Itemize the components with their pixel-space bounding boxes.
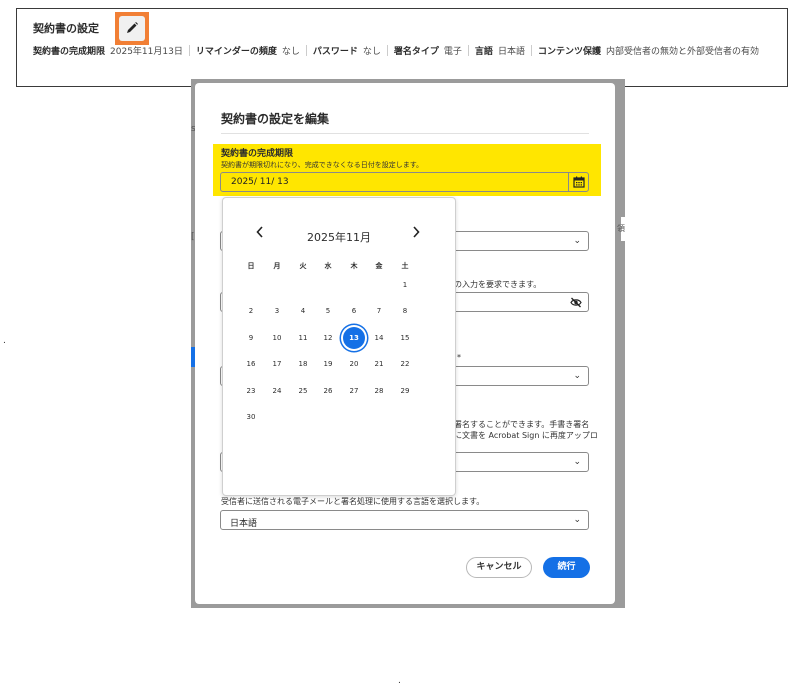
calendar-day[interactable]: 15 <box>394 327 416 349</box>
calendar-day[interactable]: 9 <box>240 327 262 349</box>
signature-hint-line1: 署名することができます。手書き署名 <box>454 420 590 429</box>
continue-button[interactable]: 続行 <box>543 557 590 578</box>
calendar-day[interactable]: 8 <box>394 300 416 322</box>
deadline-val: 2025年11月13日 <box>110 47 183 57</box>
background-fragment: 領 <box>617 224 625 233</box>
chevron-down-icon: ⌄ <box>573 515 581 525</box>
chevron-down-icon: ⌄ <box>573 371 581 381</box>
calendar-weekday: 木 <box>350 262 358 270</box>
separator <box>530 45 532 56</box>
summary-row: 契約書の完成期限 2025年11月13日 リマインダーの頻度 なし パスワード … <box>33 44 759 57</box>
calendar-day-selected[interactable]: 13 <box>343 326 365 349</box>
required-mark: * <box>457 353 461 362</box>
calendar-weekday: 日 <box>247 262 255 270</box>
reminder-key: リマインダーの頻度 <box>195 47 277 57</box>
calendar-day[interactable]: 22 <box>394 353 416 375</box>
calendar-day[interactable]: 14 <box>368 327 390 349</box>
password-val: なし <box>362 47 381 57</box>
deadline-description: 契約書が期限切れになり、完成できなくなる日付を設定します。 <box>221 161 424 169</box>
eye-off-icon[interactable] <box>570 297 582 308</box>
agreement-settings-summary: 契約書の設定 契約書の完成期限 2025年11月13日 リマインダーの頻度 なし… <box>16 8 788 87</box>
content-protection-val: 内部受信者の無効と外部受信者の有効 <box>605 47 759 57</box>
signature-type-val: 電子 <box>443 47 462 57</box>
pencil-icon <box>127 22 138 33</box>
calendar-weekday: 火 <box>299 262 307 270</box>
calendar-day[interactable]: 27 <box>343 380 365 402</box>
background-dot: . <box>3 336 6 346</box>
edit-settings-button[interactable] <box>119 16 145 41</box>
content-protection-key: コンテンツ保護 <box>537 47 601 57</box>
calendar-weekday: 土 <box>401 262 409 270</box>
calendar-weekday: 金 <box>375 262 383 270</box>
summary-title: 契約書の設定 <box>33 22 99 35</box>
calendar-weekday: 月 <box>273 262 281 270</box>
language-val: 日本語 <box>497 47 525 57</box>
chevron-down-icon: ⌄ <box>573 457 581 467</box>
calendar-day[interactable]: 3 <box>266 300 288 322</box>
divider <box>221 133 589 134</box>
separator <box>188 45 190 56</box>
language-key: 言語 <box>474 47 493 57</box>
calendar-day[interactable]: 5 <box>317 300 339 322</box>
background-fragment: [ <box>191 232 195 242</box>
calendar-day[interactable]: 6 <box>343 300 365 322</box>
chevron-right-icon[interactable] <box>411 225 421 239</box>
deadline-date-value: 2025/ 11/ 13 <box>231 177 289 187</box>
calendar-day[interactable]: 4 <box>292 300 314 322</box>
calendar-day[interactable]: 23 <box>240 380 262 402</box>
cancel-button[interactable]: キャンセル <box>466 557 532 578</box>
calendar-button[interactable] <box>568 172 589 192</box>
calendar-day[interactable]: 7 <box>368 300 390 322</box>
dialog-title: 契約書の設定を編集 <box>221 112 330 126</box>
calendar-day[interactable]: 19 <box>317 353 339 375</box>
separator <box>467 45 469 56</box>
deadline-key: 契約書の完成期限 <box>33 47 106 57</box>
date-picker-popover: 2025年11月 日月火水木金土 1 2 3 4 5 6 7 8 9 10 11 12 13 14 15 16… <box>222 197 456 496</box>
calendar-day[interactable]: 26 <box>317 380 339 402</box>
reminder-val: なし <box>281 47 300 57</box>
language-description: 受信者に送信される電子メールと署名処理に使用する言語を選択します。 <box>221 497 485 506</box>
calendar-day[interactable]: 25 <box>292 380 314 402</box>
calendar-day[interactable]: 1 <box>394 274 416 296</box>
calendar-day[interactable]: 30 <box>240 406 262 428</box>
deadline-label: 契約書の完成期限 <box>221 149 294 159</box>
calendar-day[interactable]: 11 <box>292 327 314 349</box>
calendar-day[interactable]: 10 <box>266 327 288 349</box>
chevron-down-icon: ⌄ <box>573 236 581 246</box>
password-hint: の入力を要求できます。 <box>454 280 542 289</box>
calendar-day[interactable]: 21 <box>368 353 390 375</box>
signature-type-key: 署名タイプ <box>393 47 439 57</box>
language-value: 日本語 <box>230 519 258 529</box>
separator <box>386 45 388 56</box>
calendar-weekday: 水 <box>324 262 332 270</box>
calendar-day[interactable]: 16 <box>240 353 262 375</box>
calendar-icon <box>573 176 585 188</box>
password-key: パスワード <box>312 47 358 57</box>
background-dot: . <box>398 676 401 686</box>
signature-hint-line2: に文書を Acrobat Sign に再度アップロ <box>454 431 598 440</box>
calendar-day[interactable]: 17 <box>266 353 288 375</box>
language-select[interactable]: 日本語 ⌄ <box>220 510 589 530</box>
calendar-day[interactable]: 29 <box>394 380 416 402</box>
calendar-day[interactable]: 2 <box>240 300 262 322</box>
calendar-day[interactable]: 24 <box>266 380 288 402</box>
deadline-date-input[interactable]: 2025/ 11/ 13 <box>220 172 569 192</box>
calendar-day[interactable]: 12 <box>317 327 339 349</box>
calendar-day[interactable]: 28 <box>368 380 390 402</box>
calendar-day[interactable]: 18 <box>292 353 314 375</box>
separator <box>305 45 307 56</box>
calendar-day[interactable]: 20 <box>343 353 365 375</box>
